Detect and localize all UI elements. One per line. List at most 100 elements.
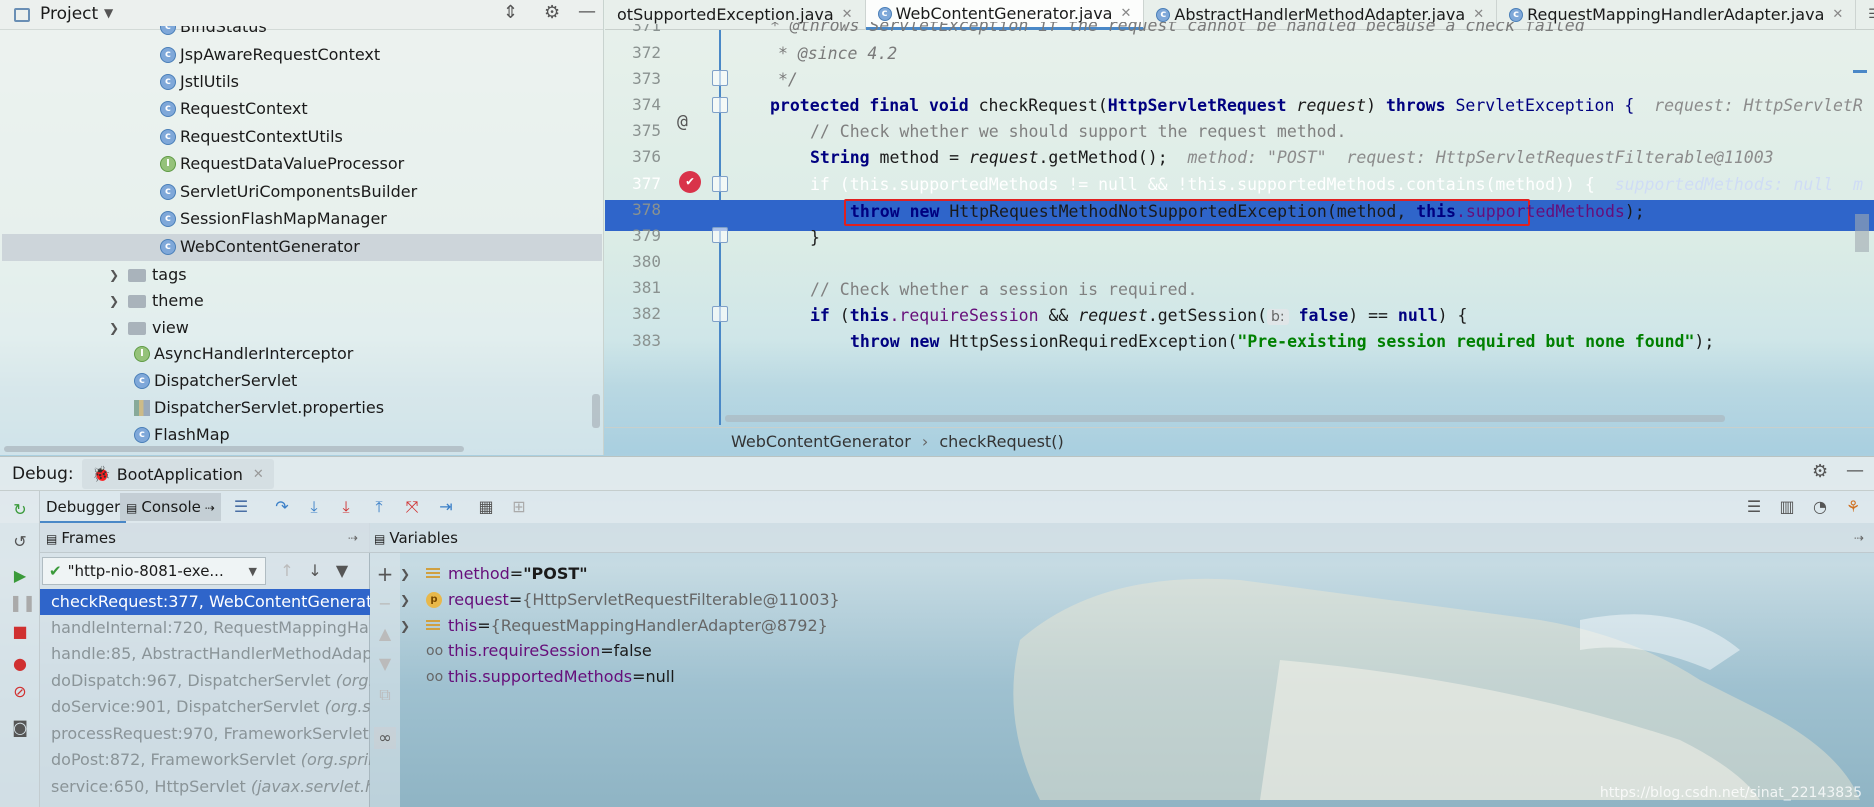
watch-row[interactable]: oo this.requireSession = false [426, 638, 652, 664]
tree-item-selected[interactable]: c WebContentGenerator [160, 234, 360, 260]
tree-item[interactable]: DispatcherServlet.properties [134, 395, 384, 421]
chevron-right-icon[interactable]: ❯ [106, 315, 122, 341]
pause-icon[interactable]: ❚❚ [9, 592, 36, 614]
tree-item[interactable]: c SessionFlashMapManager [160, 206, 387, 232]
override-icon[interactable]: @ [677, 111, 688, 132]
fold-icon[interactable] [712, 227, 728, 243]
tree-item[interactable]: c JspAwareRequestContext [160, 42, 380, 68]
fold-icon[interactable] [712, 176, 728, 192]
tab-boot-application[interactable]: 🐞 BootApplication ✕ [82, 459, 274, 489]
tree-item[interactable]: I RequestDataValueProcessor [160, 151, 404, 177]
close-icon[interactable]: ✕ [1832, 0, 1843, 30]
tree-item-label: DispatcherServlet [154, 371, 298, 390]
fold-icon[interactable] [712, 306, 728, 322]
fold-icon[interactable] [712, 70, 728, 86]
chevron-down-icon[interactable]: ▼ [104, 6, 113, 20]
view-breakpoints-icon[interactable]: ● [9, 653, 31, 675]
add-watch-icon[interactable]: + [374, 563, 396, 585]
tree-folder[interactable]: ❯ tags [106, 262, 187, 288]
up-arrow-icon[interactable]: ↑ [276, 560, 298, 582]
force-step-into-icon[interactable]: ⤓ [335, 496, 357, 518]
watches-icon[interactable]: ∞ [374, 727, 396, 749]
step-out-icon[interactable]: ⤒ [368, 496, 390, 518]
project-header: Project ▼ ⇕ ⚙ — [0, 0, 603, 30]
down-arrow-icon[interactable]: ↓ [304, 560, 326, 582]
tab-list-button[interactable]: ☰ [1856, 0, 1874, 30]
restore-layout-icon[interactable]: ▥ [1776, 496, 1798, 518]
tree-item[interactable]: I AsyncHandlerInterceptor [134, 341, 353, 367]
resume-icon[interactable]: ▶ [9, 565, 31, 587]
hide-icon[interactable]: — [1846, 460, 1864, 481]
line-number: 372 [632, 43, 661, 62]
diagram-icon[interactable]: ⚘ [1842, 496, 1864, 518]
chevron-right-icon[interactable]: ❯ [106, 288, 122, 314]
frame-row[interactable]: processRequest:970, FrameworkServlet (o [40, 721, 370, 747]
layout-icon[interactable]: ☰ [1743, 496, 1765, 518]
camera-icon[interactable]: ◙ [9, 717, 31, 739]
run-to-cursor-icon[interactable]: ⇥ [435, 496, 457, 518]
pin-icon[interactable]: ⇢ [348, 523, 358, 553]
duplicate-icon[interactable]: ⧉ [374, 684, 396, 706]
tab-console[interactable]: ▤ Console ⇢ [120, 493, 221, 521]
frame-row[interactable]: doDispatch:967, DispatcherServlet (org.s… [40, 668, 370, 694]
class-icon: c [160, 129, 176, 145]
frame-row[interactable]: service:650, HttpServlet (javax.servlet.… [40, 774, 370, 800]
vertical-scrollbar[interactable] [592, 394, 600, 428]
gear-icon[interactable]: ⚙ [1812, 461, 1828, 482]
move-down-icon[interactable]: ▼ [374, 653, 396, 675]
frame-row[interactable]: handle:85, AbstractHandlerMethodAdapte [40, 641, 370, 667]
frame-row[interactable]: handleInternal:720, RequestMappingHand [40, 615, 370, 641]
evaluate-expression-icon[interactable]: ▦ [475, 496, 497, 518]
drop-frame-icon[interactable]: ⤧ [401, 496, 423, 518]
project-title[interactable]: Project [40, 4, 98, 24]
watch-row[interactable]: oo this.supportedMethods = null [426, 664, 675, 690]
trace-icon[interactable]: ⊞ [508, 496, 530, 518]
breadcrumb-item[interactable]: WebContentGenerator [731, 432, 911, 451]
tree-item[interactable]: c JstlUtils [160, 69, 239, 95]
filter-icon[interactable]: ▼ [331, 560, 353, 582]
code-token: throw new [850, 332, 940, 351]
frame-row[interactable]: doService:901, DispatcherServlet (org.sp… [40, 694, 370, 720]
tree-folder[interactable]: ❯ view [106, 315, 189, 341]
horizontal-scrollbar[interactable] [725, 415, 1725, 422]
tree-folder[interactable]: ❯ theme [106, 288, 204, 314]
show-execution-point-icon[interactable]: ☰ [230, 496, 252, 518]
frame-row[interactable]: doPost:872, FrameworkServlet (org.spring [40, 747, 370, 773]
variable-row[interactable]: ❯ this = {RequestMappingHandlerAdapter@87… [400, 613, 828, 639]
tab-debugger[interactable]: Debugger [40, 491, 127, 523]
remove-watch-icon[interactable]: − [374, 593, 396, 615]
tree-item[interactable]: c DispatcherServlet [134, 368, 297, 394]
tree-item[interactable]: c ServletUriComponentsBuilder [160, 179, 417, 205]
step-over-icon[interactable]: ↷ [271, 496, 293, 518]
collapse-all-icon[interactable]: ⇕ [503, 2, 518, 23]
tree-item-label: RequestContextUtils [180, 127, 343, 146]
breadcrumb-item[interactable]: checkRequest() [939, 432, 1063, 451]
thread-selector[interactable]: ✔ "http-nio-8081-exe... ▼ [42, 557, 266, 585]
chevron-right-icon[interactable]: ❯ [400, 613, 418, 639]
move-up-icon[interactable]: ▲ [374, 623, 396, 645]
tree-item[interactable]: c FlashMap [134, 422, 230, 448]
stop-icon[interactable]: ■ [9, 621, 31, 643]
step-into-icon[interactable]: ⤓ [303, 496, 325, 518]
line-number: 373 [632, 69, 661, 88]
variable-row[interactable]: ❯ method = "POST" [400, 561, 588, 587]
fold-icon[interactable] [712, 97, 728, 113]
breakpoint-icon[interactable]: ✔ [679, 171, 701, 193]
vertical-scrollbar[interactable] [1855, 214, 1869, 252]
mute-breakpoints-icon[interactable]: ⊘ [9, 681, 31, 703]
horizontal-scrollbar[interactable] [4, 446, 464, 452]
rerun-icon[interactable]: ↻ [9, 499, 31, 521]
memory-icon[interactable]: ◔ [1809, 496, 1831, 518]
hide-icon[interactable]: — [578, 1, 596, 22]
code-area[interactable]: 371 372 373 374 375 376 377 378 379 380 … [605, 22, 1874, 425]
chevron-right-icon[interactable]: ❯ [106, 262, 122, 288]
refresh-icon[interactable]: ↺ [9, 531, 31, 553]
frame-row[interactable]: checkRequest:377, WebContentGenerator [40, 589, 370, 615]
tree-item[interactable]: c RequestContext [160, 96, 308, 122]
tree-item[interactable]: c RequestContextUtils [160, 124, 343, 150]
chevron-right-icon[interactable]: ❯ [400, 587, 418, 613]
variable-row[interactable]: ❯ p request = {HttpServletRequestFilterabl… [400, 587, 840, 613]
gear-icon[interactable]: ⚙ [544, 2, 560, 23]
close-icon[interactable]: ✕ [253, 467, 264, 482]
chevron-right-icon[interactable]: ❯ [400, 561, 418, 587]
